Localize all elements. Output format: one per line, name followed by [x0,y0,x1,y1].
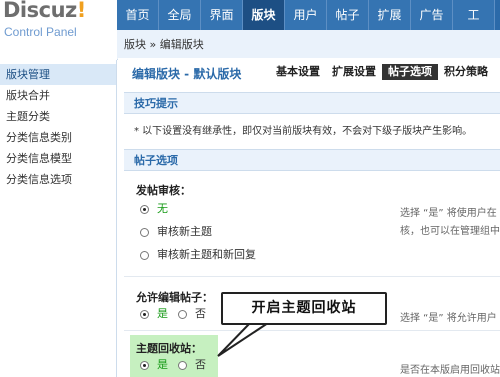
tips-text: * 以下设置没有继承性，即仅对当前版块有效，不会对下级子版块产生影响。 [134,126,473,137]
recycle-options: 是 否 [140,358,206,372]
recycle-no-label: 否 [195,358,206,371]
sidebar-item-info-options[interactable]: 分类信息选项 [0,169,116,190]
logo: Discuz! Control Panel [0,0,118,60]
sidebar-item-forum-merge[interactable]: 版块合并 [0,85,116,106]
sidebar-item-info-model[interactable]: 分类信息模型 [0,148,116,169]
settings-subtabs: 基本设置 扩展设置 帖子选项 积分策略 [270,64,494,80]
callout-box: 开启主题回收站 [221,292,387,325]
recycle-description: 是否在本版启用回收站 [400,365,500,376]
logo-subtitle: Control Panel [4,25,77,39]
radio-icon[interactable] [178,309,187,319]
review-option-none[interactable]: 无 [140,202,168,216]
tab-posts[interactable]: 帖子 [327,0,369,30]
recycle-label: 主题回收站： [136,342,202,355]
post-options-heading: 帖子选项 [124,149,500,171]
radio-icon[interactable] [178,360,187,370]
top-nav: 首页 全局 界面 版块 用户 帖子 扩展 广告 工 [117,0,500,30]
tips-heading: 技巧提示 [124,92,500,114]
sidebar: 版块管理 版块合并 主题分类 分类信息类别 分类信息模型 分类信息选项 [0,60,117,377]
review-description-line1: 选择 “是” 将使用户在 [400,208,497,219]
radio-selected-icon[interactable] [140,204,149,214]
tab-interface[interactable]: 界面 [201,0,243,30]
allow-edit-no-label: 否 [195,307,206,320]
tab-tools[interactable]: 工 [453,0,495,30]
subtab-credits[interactable]: 积分策略 [438,64,494,80]
review-label: 发帖审核： [136,184,191,197]
allow-edit-label: 允许编辑帖子： [136,291,213,304]
review-description-line2: 核，也可以在管理组中 [400,226,500,237]
page-title: 编辑版块 - 默认版块 [132,67,242,81]
subtab-basic[interactable]: 基本设置 [270,64,326,80]
tab-global[interactable]: 全局 [159,0,201,30]
divider [124,330,500,331]
tab-users[interactable]: 用户 [285,0,327,30]
radio-icon[interactable] [140,227,149,237]
allow-edit-yes-label: 是 [157,307,168,320]
radio-icon[interactable] [140,250,149,260]
tab-ads[interactable]: 广告 [411,0,453,30]
sidebar-item-forum-manage[interactable]: 版块管理 [0,64,116,85]
review-option-threads-replies[interactable]: 审核新主题和新回复 [140,248,256,262]
radio-selected-icon[interactable] [140,360,149,370]
tab-forums[interactable]: 版块 [243,0,285,30]
tab-extensions[interactable]: 扩展 [369,0,411,30]
logo-wordmark: Discuz! [3,0,86,22]
divider [124,276,500,277]
subtab-post-options[interactable]: 帖子选项 [382,64,438,80]
main-content: 编辑版块 - 默认版块 基本设置 扩展设置 帖子选项 积分策略 技巧提示 * 以… [118,58,500,377]
breadcrumb: 版块 » 编辑版块 [124,38,204,51]
recycle-yes-label: 是 [157,358,168,371]
review-option-new-threads[interactable]: 审核新主题 [140,225,212,239]
sidebar-item-thread-types[interactable]: 主题分类 [0,106,116,127]
allow-edit-description: 选择 “是” 将允许用户 [400,313,497,324]
tab-home[interactable]: 首页 [117,0,159,30]
sidebar-item-info-category[interactable]: 分类信息类别 [0,127,116,148]
radio-selected-icon[interactable] [140,309,149,319]
subtab-extended[interactable]: 扩展设置 [326,64,382,80]
allow-edit-options: 是 否 [140,307,206,321]
